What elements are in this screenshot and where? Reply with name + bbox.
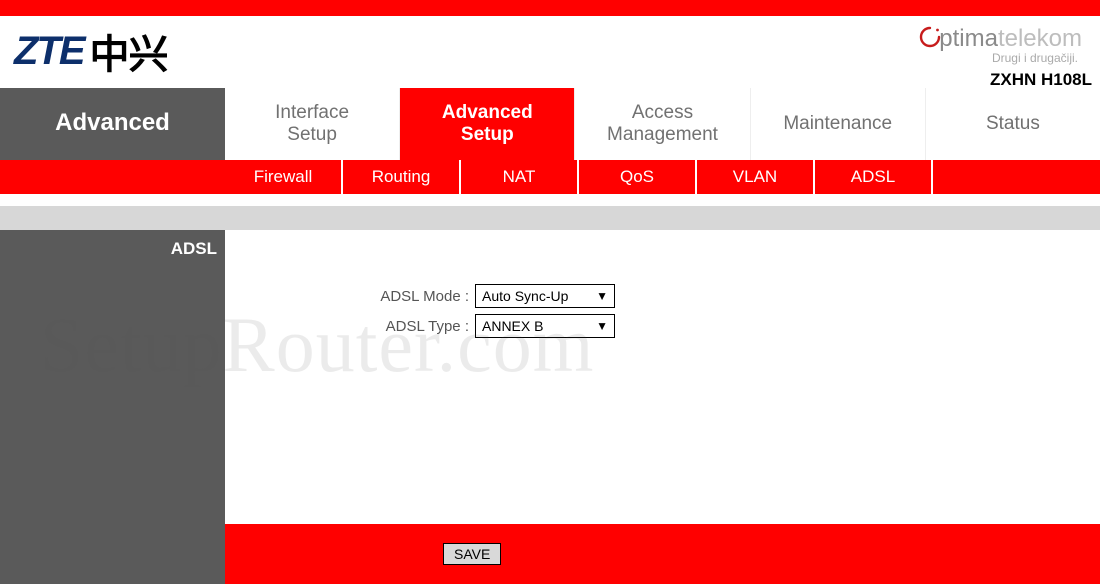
model-number: ZXHN H108L <box>990 70 1092 90</box>
form-area: ADSL Mode : Auto Sync-Up ▼ ADSL Type : A… <box>225 230 1100 524</box>
footer-left <box>0 524 225 584</box>
adsl-mode-select[interactable]: Auto Sync-Up ▼ <box>475 284 615 308</box>
save-button[interactable]: SAVE <box>443 543 501 565</box>
tabs: Interface Setup Advanced Setup Access Ma… <box>225 88 1100 160</box>
subnav-adsl[interactable]: ADSL <box>815 160 933 194</box>
tab-status[interactable]: Status <box>925 88 1100 160</box>
tab-label-line1: Advanced <box>442 102 533 124</box>
sub-nav-spacer <box>0 160 225 194</box>
optima-logo: ptima telekom <box>919 24 1082 53</box>
adsl-type-value: ANNEX B <box>482 318 543 334</box>
adsl-type-select[interactable]: ANNEX B ▼ <box>475 314 615 338</box>
gap-strip <box>0 194 1100 206</box>
brand-tagline: Drugi i drugačiji. <box>992 51 1082 65</box>
tab-label-line2: Management <box>607 124 718 146</box>
zte-logo-cn: 中兴 <box>90 22 168 80</box>
gray-strip <box>0 206 1100 230</box>
chevron-down-icon: ▼ <box>596 319 608 333</box>
tab-label-line1: Interface <box>275 102 349 124</box>
sidebar-section-title: ADSL <box>0 230 225 268</box>
optima-text-1: ptima <box>939 25 998 53</box>
subnav-vlan[interactable]: VLAN <box>697 160 815 194</box>
subnav-qos[interactable]: QoS <box>579 160 697 194</box>
optima-ring-icon <box>919 24 941 53</box>
adsl-type-row: ADSL Type : ANNEX B ▼ <box>225 312 1100 340</box>
sidebar: ADSL <box>0 230 225 524</box>
adsl-mode-row: ADSL Mode : Auto Sync-Up ▼ <box>225 282 1100 310</box>
zte-logo: ZTE 中兴 <box>14 22 168 80</box>
page-title: Advanced <box>0 88 225 160</box>
right-brand: ptima telekom Drugi i drugačiji. <box>919 22 1090 65</box>
content-body: ADSL ADSL Mode : Auto Sync-Up ▼ ADSL Typ… <box>0 230 1100 524</box>
top-red-bar <box>0 0 1100 16</box>
tab-label-line2: Setup <box>287 124 337 146</box>
subnav-routing[interactable]: Routing <box>343 160 461 194</box>
tab-interface-setup[interactable]: Interface Setup <box>225 88 399 160</box>
subnav-nat[interactable]: NAT <box>461 160 579 194</box>
footer-right: SAVE <box>225 524 1100 584</box>
adsl-type-label: ADSL Type : <box>225 318 475 335</box>
tab-label-line2: Setup <box>461 124 514 146</box>
tab-access-management[interactable]: Access Management <box>574 88 749 160</box>
sub-nav: Firewall Routing NAT QoS VLAN ADSL <box>0 160 1100 194</box>
footer-bar: SAVE <box>0 524 1100 584</box>
tab-label-line1: Status <box>986 113 1040 135</box>
tab-label-line1: Maintenance <box>783 113 892 135</box>
header-row: ZTE 中兴 ptima telekom Drugi i drugačiji. … <box>0 16 1100 88</box>
optima-text-2: telekom <box>998 25 1082 53</box>
sub-nav-items: Firewall Routing NAT QoS VLAN ADSL <box>225 160 1100 194</box>
chevron-down-icon: ▼ <box>596 289 608 303</box>
tab-label-line1: Access <box>632 102 693 124</box>
adsl-mode-label: ADSL Mode : <box>225 288 475 305</box>
tab-maintenance[interactable]: Maintenance <box>750 88 925 160</box>
tab-advanced-setup[interactable]: Advanced Setup <box>399 88 574 160</box>
subnav-firewall[interactable]: Firewall <box>225 160 343 194</box>
zte-logo-en: ZTE <box>14 29 84 74</box>
main-nav: Advanced Interface Setup Advanced Setup … <box>0 88 1100 160</box>
adsl-mode-value: Auto Sync-Up <box>482 288 568 304</box>
